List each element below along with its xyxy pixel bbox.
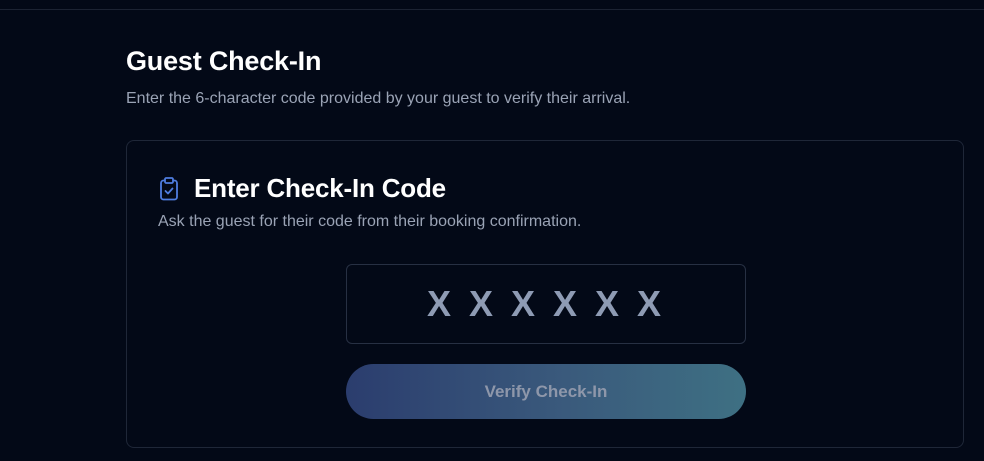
page-subtitle: Enter the 6-character code provided by y…: [126, 90, 631, 107]
page-title: Guest Check-In: [126, 46, 322, 76]
check-in-card: Enter Check-In Code Ask the guest for th…: [126, 140, 964, 448]
check-in-code-input[interactable]: [346, 264, 746, 344]
clipboard-check-icon: [158, 176, 180, 201]
card-header: Enter Check-In Code: [158, 173, 446, 204]
verify-check-in-button[interactable]: Verify Check-In: [346, 364, 746, 419]
card-title: Enter Check-In Code: [194, 173, 446, 203]
top-divider: [0, 9, 984, 10]
card-description: Ask the guest for their code from their …: [158, 213, 582, 230]
